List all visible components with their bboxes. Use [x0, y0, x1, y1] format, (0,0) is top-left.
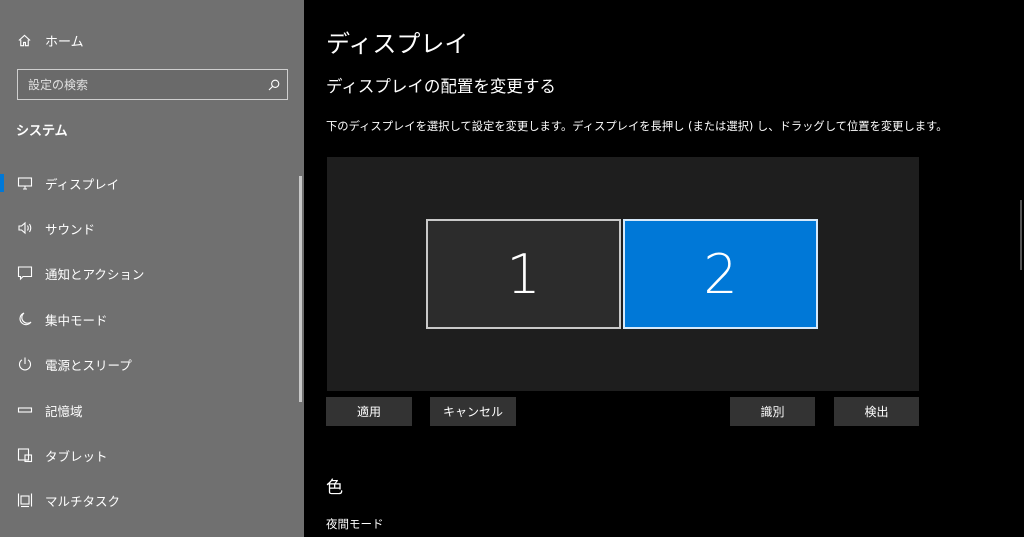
- sidebar-item-display[interactable]: ディスプレイ: [0, 161, 300, 205]
- detect-button[interactable]: 検出: [834, 397, 919, 426]
- sidebar-item-label: マルチタスク: [45, 493, 121, 509]
- power-icon: [16, 355, 34, 373]
- arrangement-heading: ディスプレイの配置を変更する: [326, 77, 556, 96]
- display-2-tile[interactable]: 2: [623, 219, 818, 329]
- display-1-tile[interactable]: 1: [426, 219, 621, 329]
- tablet-icon: [16, 446, 34, 464]
- page-title: ディスプレイ: [326, 30, 469, 58]
- sidebar-item-multitasking[interactable]: マルチタスク: [0, 478, 300, 522]
- sidebar-item-label: 記憶域: [45, 403, 83, 419]
- home-icon: [18, 34, 31, 46]
- speaker-icon: [16, 219, 34, 237]
- section-title: システム: [16, 124, 68, 139]
- sidebar-scrollbar[interactable]: [299, 176, 302, 402]
- main-content: ディスプレイ ディスプレイの配置を変更する 下のディスプレイを選択して設定を変更…: [304, 0, 1024, 537]
- sidebar-item-power-sleep[interactable]: 電源とスリープ: [0, 342, 300, 386]
- sidebar-item-notifications[interactable]: 通知とアクション: [0, 251, 300, 295]
- home-label: ホーム: [45, 34, 84, 50]
- storage-icon: [16, 401, 34, 419]
- identify-button[interactable]: 識別: [730, 397, 815, 426]
- apply-button[interactable]: 適用: [326, 397, 412, 426]
- main-scrollbar[interactable]: [1020, 200, 1022, 270]
- multitask-icon: [16, 491, 34, 509]
- sidebar-item-label: 電源とスリープ: [45, 357, 132, 373]
- sidebar: ホーム システム ディスプレイ サウンド 通知とアクション 集: [0, 0, 304, 537]
- sidebar-item-storage[interactable]: 記憶域: [0, 388, 300, 432]
- search-input[interactable]: [28, 77, 261, 92]
- sidebar-item-label: サウンド: [45, 221, 96, 237]
- sidebar-item-label: 集中モード: [45, 312, 108, 328]
- sidebar-item-label: タブレット: [45, 448, 108, 464]
- sidebar-item-label: 通知とアクション: [45, 266, 145, 282]
- search-icon[interactable]: [261, 72, 287, 98]
- settings-search-box[interactable]: [17, 69, 288, 100]
- moon-icon: [16, 310, 34, 328]
- display-arrangement-area[interactable]: 1 2: [327, 157, 919, 391]
- sidebar-item-focus-assist[interactable]: 集中モード: [0, 297, 300, 341]
- sidebar-item-label: ディスプレイ: [45, 176, 120, 192]
- notification-icon: [16, 264, 34, 282]
- arrangement-description: 下のディスプレイを選択して設定を変更します。ディスプレイを長押し (または選択)…: [326, 120, 948, 133]
- cancel-button[interactable]: キャンセル: [430, 397, 516, 426]
- sidebar-item-sound[interactable]: サウンド: [0, 206, 300, 250]
- color-section-heading: 色: [326, 478, 343, 498]
- home-link[interactable]: ホーム: [17, 30, 84, 50]
- monitor-icon: [16, 174, 34, 192]
- sidebar-item-tablet[interactable]: タブレット: [0, 433, 300, 477]
- night-mode-label: 夜間モード: [326, 517, 384, 531]
